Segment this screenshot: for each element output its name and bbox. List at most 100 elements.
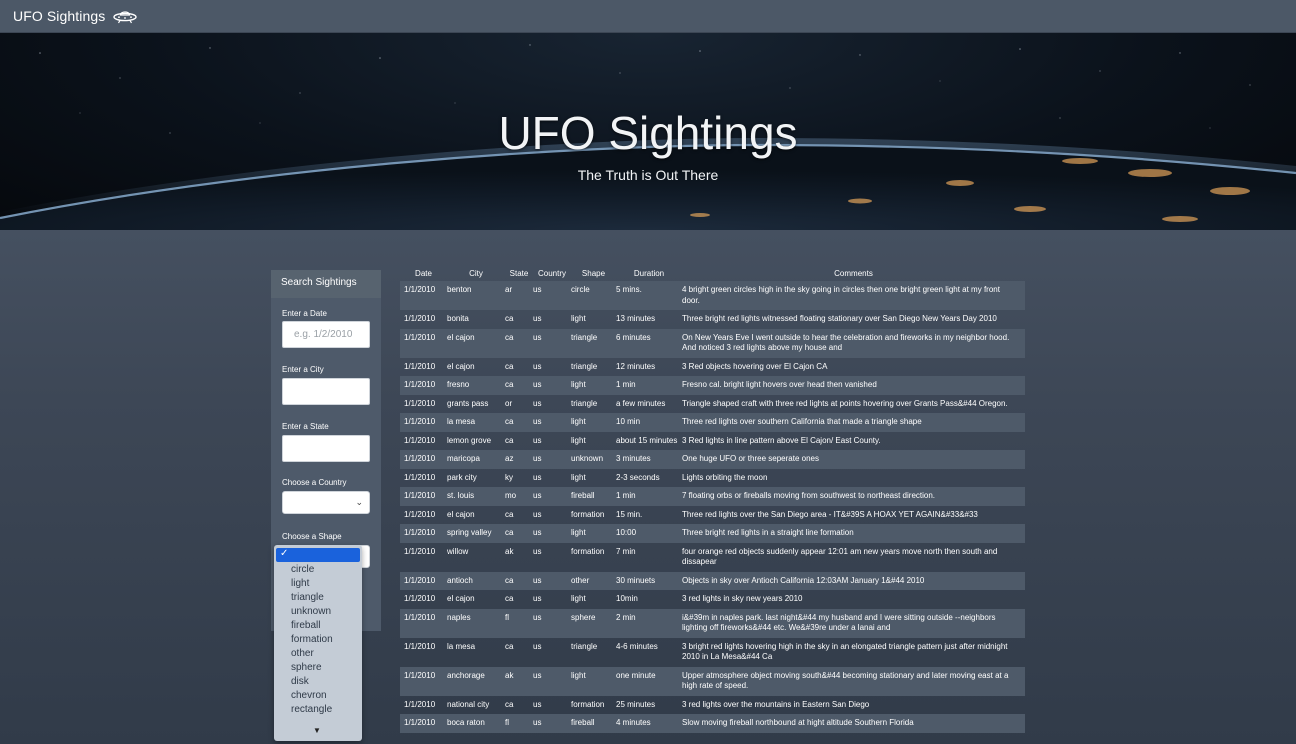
cell-date: 1/1/2010	[404, 472, 436, 482]
table-row: 1/1/2010 el cajon ca us light 10min 3 red ligh…	[400, 590, 1025, 609]
cell-state: ca	[505, 528, 514, 537]
cell-city: benton	[447, 285, 472, 294]
cell-state: ak	[505, 546, 514, 556]
cell-date: 1/1/2010	[404, 398, 436, 408]
cell-country: us	[533, 612, 542, 622]
cell-country: us	[533, 575, 542, 585]
cell-shape: triangle	[571, 361, 598, 371]
cell-state: ca	[505, 380, 514, 389]
country-label: Choose a Country	[282, 478, 347, 487]
cell-duration: a few minutes	[616, 398, 666, 408]
table-row: 1/1/2010 bonita ca us light 13 minutes Three b…	[400, 310, 1025, 329]
shape-dropdown-list[interactable]: ✓ circle light triangle unknown fireball form…	[274, 545, 362, 741]
cell-city: el cajon	[447, 509, 475, 519]
cell-state: ca	[505, 361, 514, 371]
cell-duration: 1 min	[616, 491, 636, 500]
cell-duration: about 15 minutes	[616, 435, 678, 445]
table-row: 1/1/2010 lemon grove ca us light about 15 min…	[400, 432, 1025, 451]
dropdown-option-formation[interactable]: formation	[291, 634, 333, 645]
dropdown-option-circle[interactable]: circle	[291, 564, 314, 575]
cell-state: fl	[505, 718, 509, 727]
dropdown-option-other[interactable]: other	[291, 648, 314, 659]
cell-shape: sphere	[571, 612, 596, 622]
table-row: 1/1/2010 spring valley ca us light 10:00 Three…	[400, 524, 1025, 543]
cell-date: 1/1/2010	[404, 546, 436, 556]
hero-subtitle: The Truth is Out There	[577, 167, 719, 183]
table-row: 1/1/2010 la mesa ca us light 10 min Three red …	[400, 413, 1025, 432]
cell-comments: 3 red lights over the mountains in Easte…	[682, 699, 870, 709]
dropdown-option-triangle[interactable]: triangle	[291, 592, 324, 603]
hero-title: UFO Sightings	[498, 107, 798, 159]
dropdown-option-fireball[interactable]: fireball	[291, 620, 320, 631]
cell-state: ca	[505, 641, 514, 651]
cell-shape: light	[571, 380, 586, 389]
cell-date: 1/1/2010	[404, 509, 436, 519]
cell-duration: 10 min	[616, 417, 641, 426]
ufo-icon	[113, 8, 138, 24]
dropdown-option-unknown[interactable]: unknown	[291, 606, 331, 617]
dropdown-option-rectangle[interactable]: rectangle	[291, 704, 332, 715]
dropdown-option-disk[interactable]: disk	[291, 676, 309, 687]
table-row: 1/1/2010 st. louis mo us fireball 1 min 7 floa…	[400, 487, 1025, 506]
cell-date: 1/1/2010	[404, 670, 436, 680]
column-header-state: State	[509, 268, 529, 278]
cell-shape: fireball	[571, 491, 595, 500]
cell-state: or	[505, 398, 513, 408]
cell-comments: Three bright red lights witnessed floati…	[682, 314, 997, 323]
cell-comments: 7 floating orbs or fireballs moving from…	[682, 491, 936, 500]
cell-duration: 4 minutes	[616, 718, 651, 727]
cell-date: 1/1/2010	[404, 491, 436, 500]
cell-duration: 13 minutes	[616, 314, 656, 323]
cell-comments: 3 red lights in sky new years 2010	[682, 594, 803, 603]
cell-duration: 2-3 seconds	[616, 472, 660, 482]
cell-shape: formation	[571, 509, 605, 519]
cell-country: us	[533, 380, 542, 389]
scroll-down-arrow-icon[interactable]: ▼	[313, 726, 321, 735]
table-row: 1/1/2010 naples fl us sphere 2 min i&#39m in n…	[400, 608, 1025, 638]
cell-city: naples	[447, 612, 471, 622]
state-input[interactable]	[282, 435, 370, 462]
table-row: 1/1/2010 antioch ca us other 30 minuets Object…	[400, 571, 1025, 590]
cell-date: 1/1/2010	[404, 332, 436, 342]
cell-city: park city	[447, 472, 477, 482]
table-row: 1/1/2010 maricopa az us unknown 3 minutes One …	[400, 450, 1025, 469]
cell-duration: 2 min	[616, 612, 636, 622]
cell-comments: 4 bright green circles high in the sky g…	[682, 285, 1000, 305]
cell-duration: 7 min	[616, 546, 636, 556]
cell-city: el cajon	[447, 332, 475, 342]
country-select[interactable]: ⌄	[282, 491, 370, 514]
cell-city: boca raton	[447, 718, 485, 727]
cell-comments: 3 Red lights in line pattern above El Ca…	[682, 435, 881, 445]
cell-city: st. louis	[447, 491, 475, 500]
cell-state: ca	[505, 509, 514, 519]
brand-link[interactable]: UFO Sightings	[13, 8, 138, 24]
column-header-date: Date	[415, 268, 432, 278]
brand-text: UFO Sightings	[13, 8, 106, 24]
dropdown-option-sphere[interactable]: sphere	[291, 662, 322, 673]
cell-city: el cajon	[447, 594, 475, 603]
cell-shape: triangle	[571, 398, 598, 408]
cell-shape: circle	[571, 285, 590, 294]
cell-date: 1/1/2010	[404, 594, 436, 603]
dropdown-option-chevron[interactable]: chevron	[291, 690, 327, 701]
city-input[interactable]	[282, 378, 370, 405]
column-header-duration: Duration	[633, 268, 665, 278]
cell-date: 1/1/2010	[404, 435, 436, 445]
cell-city: anchorage	[447, 670, 485, 680]
cell-shape: formation	[571, 546, 605, 556]
date-input[interactable]	[282, 321, 370, 348]
cell-state: ca	[505, 594, 514, 603]
cell-comments: Three bright red lights in a straight li…	[682, 528, 854, 537]
cell-city: national city	[447, 699, 490, 709]
dropdown-option-light[interactable]: light	[291, 578, 309, 589]
cell-state: fl	[505, 612, 509, 622]
cell-date: 1/1/2010	[404, 314, 436, 323]
cell-city: spring valley	[447, 528, 492, 537]
table-header-row: Date City State Country Shape Duration Comment…	[400, 265, 1025, 281]
cell-country: us	[533, 417, 542, 426]
sidebar-title: Search Sightings	[271, 270, 381, 298]
dropdown-option-blank-selected[interactable]: ✓	[276, 548, 360, 562]
cell-country: us	[533, 314, 542, 323]
cell-country: us	[533, 361, 542, 371]
ufo-table: Date City State Country Shape Duration Comment…	[400, 265, 1025, 733]
